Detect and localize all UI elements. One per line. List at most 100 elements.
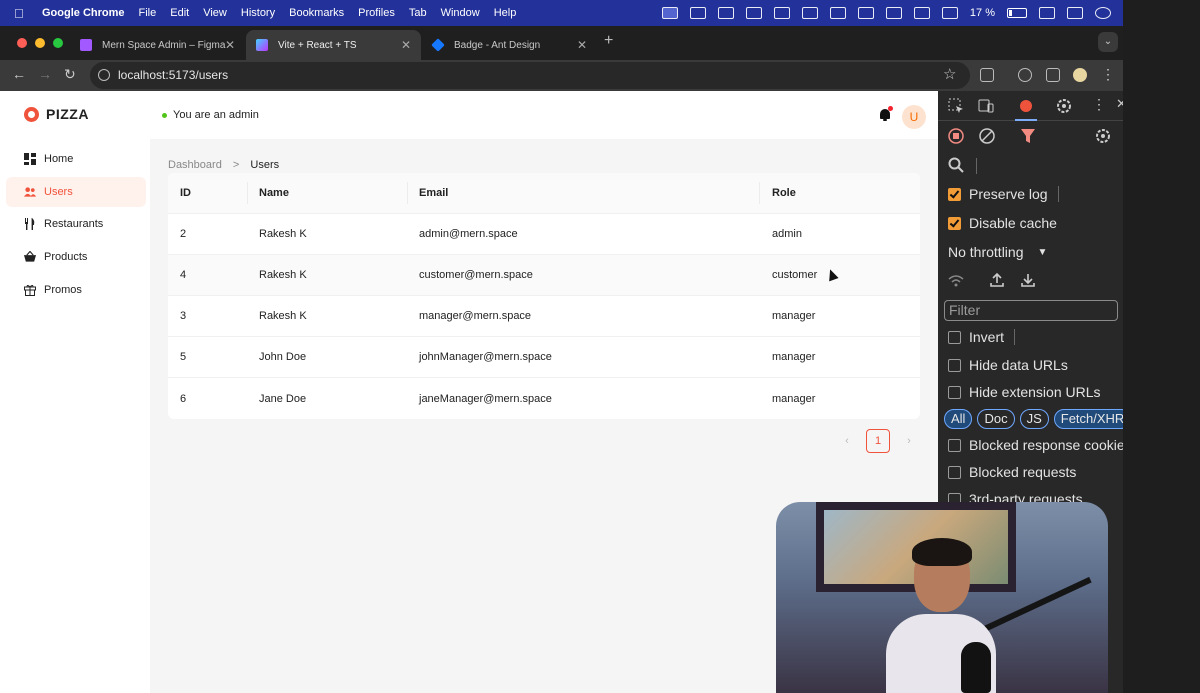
network-conditions-icon[interactable] (948, 273, 964, 289)
throttling-select[interactable]: No throttling ▼ (948, 244, 1047, 260)
extension-puzzle-icon[interactable] (1018, 68, 1032, 82)
filter-chip-doc[interactable]: Doc (977, 409, 1015, 429)
telegram-icon[interactable] (885, 7, 902, 19)
search-icon[interactable] (948, 157, 964, 173)
checkbox-checked-icon[interactable] (948, 187, 961, 201)
menu-bookmarks[interactable]: Bookmarks (289, 7, 344, 19)
menu-edit[interactable]: Edit (170, 7, 189, 19)
apple-icon[interactable]:  (14, 6, 30, 21)
table-row[interactable]: 3 Rakesh K manager@mern.space manager (168, 296, 920, 337)
menu-file[interactable]: File (139, 7, 157, 19)
control-center-icon[interactable] (1067, 7, 1083, 19)
brand-logo[interactable]: PIZZA (24, 106, 89, 122)
device-toolbar-icon[interactable] (978, 98, 994, 114)
forward-icon[interactable]: → (38, 66, 52, 82)
sidebar-item-promos[interactable]: Promos (6, 275, 146, 305)
menu-view[interactable]: View (203, 7, 227, 19)
column-header-email[interactable]: Email (408, 182, 760, 204)
column-header-id[interactable]: ID (168, 182, 248, 204)
close-window-icon[interactable] (17, 38, 27, 48)
side-panel-icon[interactable] (1046, 68, 1060, 82)
preserve-log-checkbox[interactable]: Preserve log (948, 186, 1059, 202)
bookmark-star-icon[interactable]: ☆ (943, 65, 956, 83)
minimize-window-icon[interactable] (35, 38, 45, 48)
menu-window[interactable]: Window (441, 7, 480, 19)
wifi-icon[interactable] (1039, 7, 1055, 19)
filter-funnel-icon[interactable] (1020, 128, 1036, 144)
next-page-icon[interactable]: › (902, 435, 916, 447)
close-tab-icon[interactable]: ✕ (225, 38, 235, 52)
sidebar-item-home[interactable]: Home (6, 144, 146, 174)
inspect-element-icon[interactable] (948, 98, 964, 114)
network-settings-icon[interactable] (1095, 128, 1111, 144)
blocked-response-cookies-checkbox[interactable]: Blocked response cookies (948, 437, 1123, 453)
filter-chip-js[interactable]: JS (1019, 409, 1049, 429)
network-tab-icon[interactable] (1018, 98, 1034, 114)
disable-cache-checkbox[interactable]: Disable cache (948, 215, 1057, 231)
checkbox-icon[interactable] (948, 385, 961, 399)
devtools-menu-icon[interactable]: ⋮ (1092, 96, 1106, 113)
column-header-role[interactable]: Role (760, 187, 920, 199)
filter-chip-fetch-xhr[interactable]: Fetch/XHR (1053, 409, 1123, 429)
siri-icon[interactable] (1095, 7, 1111, 19)
reload-icon[interactable]: ↻ (64, 66, 76, 83)
link-icon[interactable] (801, 7, 818, 19)
tab-ant-design[interactable]: Badge - Ant Design ✕ (422, 30, 597, 60)
sidebar-item-users[interactable]: Users (6, 177, 146, 207)
display-icon[interactable] (689, 7, 706, 19)
chevron-down-icon[interactable]: ⌄ (1098, 32, 1118, 52)
checkbox-icon[interactable] (948, 465, 961, 479)
tab-vite[interactable]: Vite + React + TS ✕ (246, 30, 421, 60)
settings-gear-icon[interactable] (1056, 98, 1072, 114)
filter-input[interactable]: Filter (944, 300, 1118, 321)
table-row[interactable]: 5 John Doe johnManager@mern.space manage… (168, 337, 920, 378)
menu-profiles[interactable]: Profiles (358, 7, 395, 19)
tab-figma[interactable]: Mern Space Admin – Figma ✕ (70, 30, 245, 60)
address-bar[interactable]: localhost:5173/users (90, 62, 970, 89)
export-har-icon[interactable] (1020, 272, 1036, 288)
back-icon[interactable]: ← (12, 66, 26, 82)
checkbox-checked-icon[interactable] (948, 216, 961, 230)
cloud-icon[interactable] (857, 7, 874, 19)
checkbox-icon[interactable] (948, 358, 961, 372)
close-devtools-icon[interactable]: ✕ (1116, 96, 1123, 112)
column-header-name[interactable]: Name (248, 182, 408, 204)
moon-icon[interactable] (829, 7, 846, 19)
triangle-icon[interactable] (913, 7, 930, 19)
close-tab-icon[interactable]: ✕ (577, 38, 587, 52)
github-icon[interactable] (717, 7, 734, 19)
filter-chip-all[interactable]: All (944, 409, 973, 429)
table-row[interactable]: 2 Rakesh K admin@mern.space admin (168, 214, 920, 255)
record-stop-icon[interactable] (948, 128, 964, 144)
camera-icon[interactable] (745, 7, 762, 19)
invert-checkbox[interactable]: Invert (948, 329, 1016, 345)
site-info-icon[interactable] (98, 69, 110, 81)
avatar[interactable]: U (902, 105, 926, 129)
blocked-requests-checkbox[interactable]: Blocked requests (948, 464, 1076, 480)
new-tab-icon[interactable]: + (604, 32, 613, 50)
checkbox-icon[interactable] (948, 330, 961, 344)
close-tab-icon[interactable]: ✕ (401, 38, 411, 52)
hide-data-urls-checkbox[interactable]: Hide data URLs (948, 357, 1068, 373)
table-row[interactable]: 6 Jane Doe janeManager@mern.space manage… (168, 378, 920, 419)
screen-share-icon[interactable] (661, 7, 678, 19)
menu-app-name[interactable]: Google Chrome (42, 7, 125, 19)
breadcrumb-dashboard[interactable]: Dashboard (168, 159, 222, 171)
zoom-window-icon[interactable] (53, 38, 63, 48)
cast-icon[interactable] (773, 7, 790, 19)
menu-tab[interactable]: Tab (409, 7, 427, 19)
sidebar-item-products[interactable]: Products (6, 242, 146, 272)
extensions-icon[interactable] (980, 68, 994, 82)
import-har-icon[interactable] (989, 272, 1005, 288)
menu-history[interactable]: History (241, 7, 275, 19)
prev-page-icon[interactable]: ‹ (840, 435, 854, 447)
profile-avatar-icon[interactable] (1073, 68, 1087, 82)
page-button-current[interactable]: 1 (866, 429, 890, 453)
kebab-menu-icon[interactable]: ⋮ (1101, 66, 1115, 83)
menu-help[interactable]: Help (494, 7, 517, 19)
hide-extension-urls-checkbox[interactable]: Hide extension URLs (948, 384, 1101, 400)
clear-icon[interactable] (979, 128, 995, 144)
keyboard-a-icon[interactable] (941, 7, 958, 19)
table-row[interactable]: 4 Rakesh K customer@mern.space customer (168, 255, 920, 296)
bell-icon[interactable] (879, 106, 893, 121)
